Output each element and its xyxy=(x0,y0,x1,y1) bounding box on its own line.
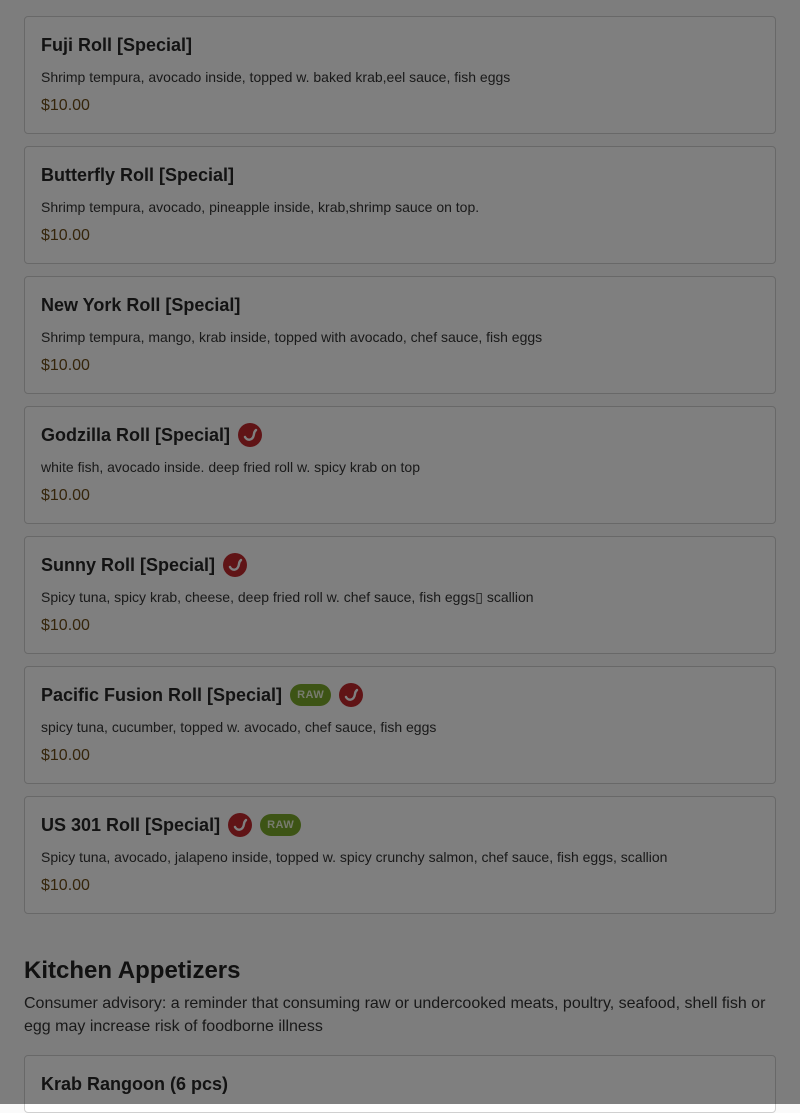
item-description: Spicy tuna, spicy krab, cheese, deep fri… xyxy=(41,589,534,605)
item-description: Spicy tuna, avocado, jalapeno inside, to… xyxy=(41,849,668,865)
item-price: $10.00 xyxy=(41,487,90,504)
item-title: Fuji Roll [Special] xyxy=(41,34,193,55)
section-title: Kitchen Appetizers xyxy=(24,957,241,984)
menu-item-card[interactable]: New York Roll [Special] Shrimp tempura, … xyxy=(24,276,776,394)
item-description: spicy tuna, cucumber, topped w. avocado,… xyxy=(41,719,437,735)
consumer-advisory: Consumer advisory: a reminder that consu… xyxy=(24,995,766,1035)
spicy-icon xyxy=(339,683,364,707)
item-title: US 301 Roll [Special] xyxy=(41,814,221,835)
item-title: New York Roll [Special] xyxy=(41,294,241,315)
menu-item-card[interactable]: Sunny Roll [Special] Spicy tuna, spicy k… xyxy=(24,536,776,654)
item-title: Pacific Fusion Roll [Special] xyxy=(41,684,283,705)
item-description: Shrimp tempura, mango, krab inside, topp… xyxy=(41,329,543,345)
menu-item-card[interactable]: Fuji Roll [Special] Shrimp tempura, avoc… xyxy=(24,16,776,134)
item-title: Butterfly Roll [Special] xyxy=(41,164,235,185)
item-price: $10.00 xyxy=(41,877,90,894)
item-description: white fish, avocado inside. deep fried r… xyxy=(41,459,420,475)
menu-item-card[interactable]: Butterfly Roll [Special] Shrimp tempura,… xyxy=(24,146,776,264)
item-title: Sunny Roll [Special] xyxy=(41,554,216,575)
item-title: Krab Rangoon (6 pcs) xyxy=(41,1073,229,1094)
item-price: $10.00 xyxy=(41,227,90,244)
menu-item-card[interactable]: Krab Rangoon (6 pcs) xyxy=(24,1055,776,1113)
item-price: $10.00 xyxy=(41,357,90,374)
menu-list: Fuji Roll [Special] Shrimp tempura, avoc… xyxy=(0,0,800,1113)
menu-item-card[interactable]: US 301 Roll [Special] RAW Spicy tuna, av… xyxy=(24,796,776,914)
item-description: Shrimp tempura, avocado inside, topped w… xyxy=(41,69,511,85)
raw-badge: RAW xyxy=(260,814,302,836)
spicy-icon xyxy=(238,423,263,447)
item-price: $10.00 xyxy=(41,97,90,114)
item-price: $10.00 xyxy=(41,747,90,764)
spicy-icon xyxy=(223,553,248,577)
item-title: Godzilla Roll [Special] xyxy=(41,424,231,445)
menu-item-card[interactable]: Pacific Fusion Roll [Special] RAW spicy … xyxy=(24,666,776,784)
menu-item-card[interactable]: Godzilla Roll [Special] white fish, avoc… xyxy=(24,406,776,524)
raw-badge: RAW xyxy=(290,684,332,706)
item-price: $10.00 xyxy=(41,617,90,634)
item-description: Shrimp tempura, avocado, pineapple insid… xyxy=(41,199,480,215)
spicy-icon xyxy=(228,813,253,837)
